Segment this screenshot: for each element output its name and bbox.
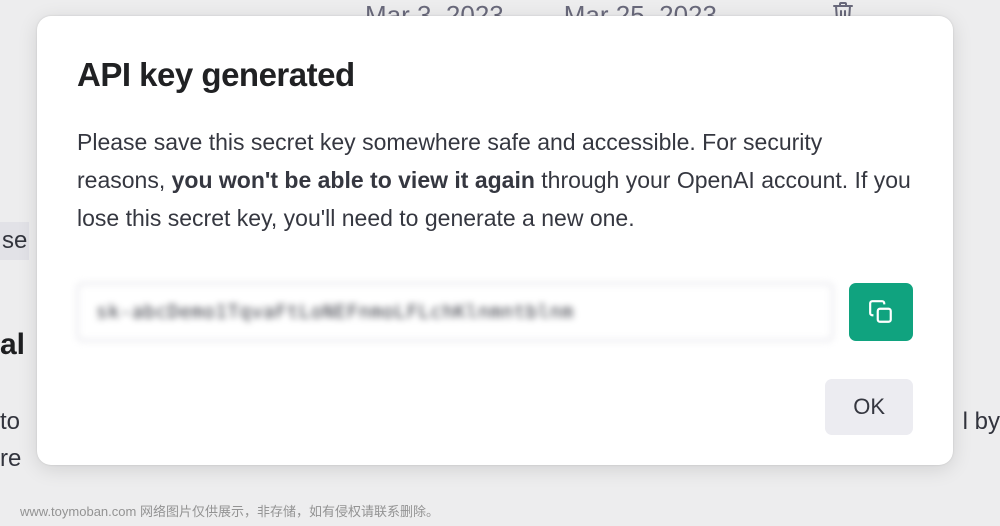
api-key-field[interactable] [77,283,833,341]
copy-icon [868,299,894,325]
modal-title: API key generated [77,56,913,94]
modal-description: Please save this secret key somewhere sa… [77,124,913,238]
api-key-row [77,283,913,341]
ok-button[interactable]: OK [825,379,913,435]
modal-desc-bold: you won't be able to view it again [172,167,535,193]
copy-button[interactable] [849,283,913,341]
api-key-modal: API key generated Please save this secre… [37,16,953,465]
modal-actions: OK [77,379,913,435]
